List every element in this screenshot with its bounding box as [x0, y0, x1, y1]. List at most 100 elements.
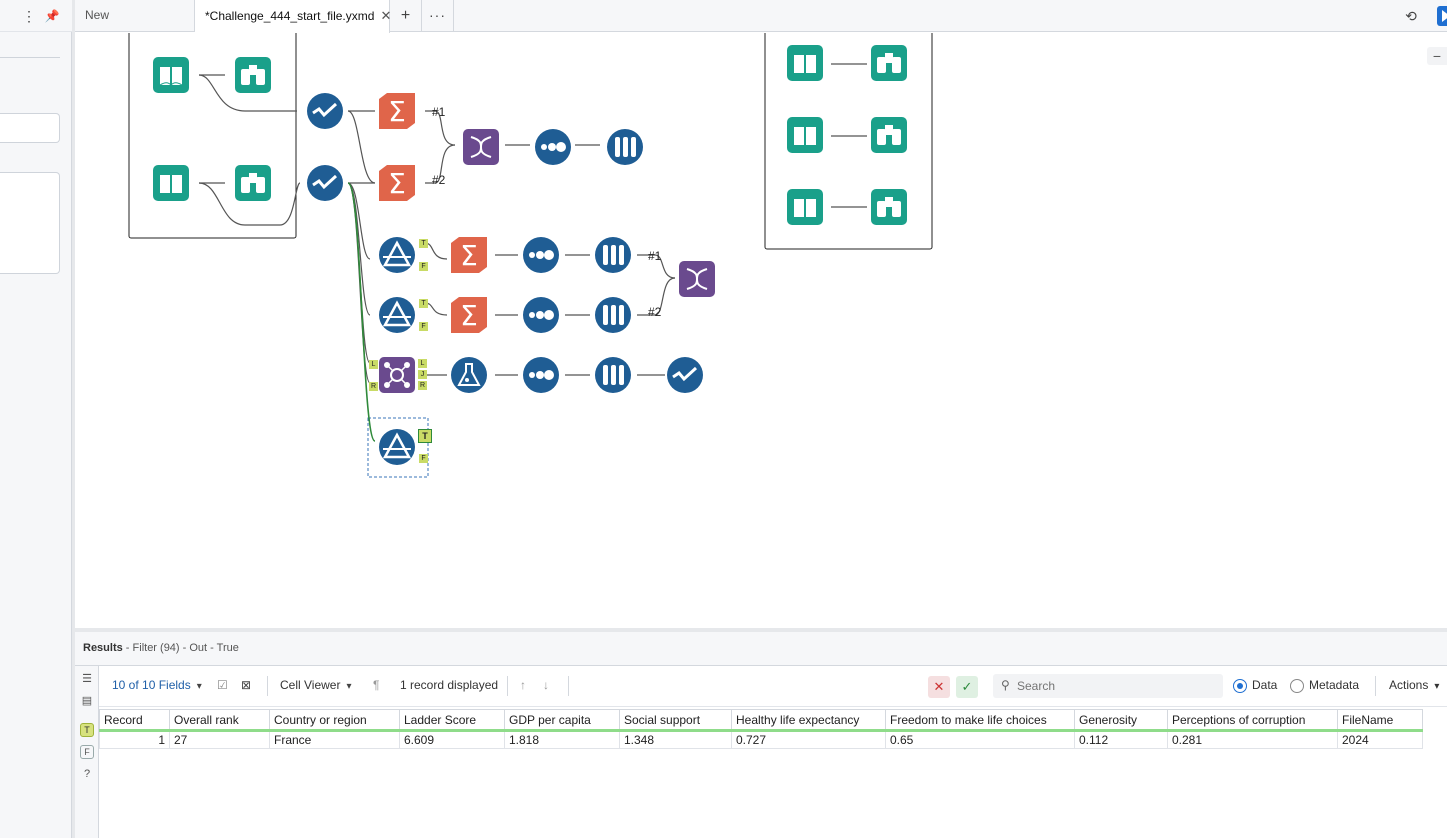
pilcrow-icon[interactable]: ¶	[373, 678, 379, 692]
formula-tool[interactable]	[449, 355, 489, 395]
test-tubes-tool[interactable]	[593, 295, 633, 335]
true-anchor-icon[interactable]: T	[80, 723, 94, 737]
column-header[interactable]: Country or region	[269, 709, 400, 732]
more-tabs-button[interactable]: ···	[422, 0, 454, 32]
filter-tool[interactable]	[377, 295, 417, 335]
clear-fields-icon[interactable]: ⊠	[241, 678, 251, 692]
zoom-out-button[interactable]: −	[1427, 47, 1447, 65]
edit-fields-icon[interactable]: ☑	[217, 678, 228, 692]
anchor-left-out[interactable]: L	[418, 359, 427, 368]
cancel-button[interactable]: ✕	[928, 676, 950, 698]
left-panel-input[interactable]	[0, 113, 60, 143]
column-header[interactable]: Healthy life expectancy	[731, 709, 886, 732]
input-data-tool[interactable]	[151, 55, 191, 95]
column-header[interactable]: Perceptions of corruption	[1167, 709, 1338, 732]
anchor-right-in[interactable]: R	[369, 382, 378, 391]
cell-viewer-dropdown[interactable]: Cell Viewer ▾	[280, 678, 352, 692]
pin-icon[interactable]: 📌	[44, 8, 60, 24]
table-row[interactable]: 1 27 France 6.609 1.818 1.348 0.727 0.65…	[99, 730, 1423, 749]
kebab-menu-icon[interactable]: ⋮	[22, 8, 36, 24]
browse-tool[interactable]	[869, 43, 909, 83]
false-anchor-icon[interactable]: F	[80, 745, 94, 759]
input-data-tool[interactable]	[785, 43, 825, 83]
column-header[interactable]: FileName	[1337, 709, 1423, 732]
sample-tool[interactable]	[533, 127, 573, 167]
column-header[interactable]: Generosity	[1074, 709, 1168, 732]
select-tool[interactable]	[305, 91, 345, 131]
test-tubes-tool[interactable]	[605, 127, 645, 167]
browse-tool[interactable]	[233, 163, 273, 203]
anchor-false[interactable]: F	[419, 454, 428, 463]
summarize-tool[interactable]: Σ	[377, 91, 417, 131]
search-input[interactable]	[1015, 677, 1215, 695]
anchor-false[interactable]: F	[419, 322, 428, 331]
tab-challenge-file[interactable]: *Challenge_444_start_file.yxmd ✕	[195, 0, 391, 33]
tab-new-workflow[interactable]: New Workflow1✕	[75, 0, 195, 54]
summarize-tool[interactable]: Σ	[449, 235, 489, 275]
browse-tool[interactable]	[869, 187, 909, 227]
sample-tool[interactable]	[521, 355, 561, 395]
data-radio-label[interactable]: Data	[1252, 678, 1277, 692]
anchor-join-out[interactable]: J	[418, 370, 427, 379]
metadata-radio-label[interactable]: Metadata	[1309, 678, 1359, 692]
test-tubes-tool[interactable]	[593, 235, 633, 275]
table-cell[interactable]: 0.727	[731, 730, 886, 749]
fields-selector[interactable]: 10 of 10 Fields ▾	[112, 678, 202, 692]
table-cell[interactable]: 6.609	[399, 730, 505, 749]
run-button[interactable]	[1437, 6, 1447, 26]
table-cell[interactable]: 27	[169, 730, 270, 749]
left-panel-textarea[interactable]	[0, 172, 60, 274]
anchor-left-in[interactable]: L	[369, 360, 378, 369]
input-data-tool[interactable]	[151, 163, 191, 203]
join-tool[interactable]	[677, 259, 717, 299]
data-radio[interactable]	[1233, 679, 1247, 693]
table-cell[interactable]: 0.65	[885, 730, 1075, 749]
actions-dropdown[interactable]: Actions ▾	[1389, 678, 1439, 692]
test-tubes-tool[interactable]	[593, 355, 633, 395]
column-header[interactable]: GDP per capita	[504, 709, 620, 732]
join-tool[interactable]	[461, 127, 501, 167]
history-icon[interactable]: ⟲	[1402, 7, 1420, 25]
column-header[interactable]: Record	[99, 709, 170, 732]
help-icon[interactable]: ?	[80, 767, 94, 781]
browse-tool[interactable]	[233, 55, 273, 95]
list-icon[interactable]: ☰	[80, 672, 94, 686]
anchor-right-out[interactable]: R	[418, 381, 427, 390]
table-cell[interactable]: 0.112	[1074, 730, 1168, 749]
table-icon[interactable]: ▤	[80, 694, 94, 708]
sample-tool[interactable]	[521, 235, 561, 275]
column-header[interactable]: Social support	[619, 709, 732, 732]
workflow-canvas[interactable]: #1 #2 #1 #2 − Σ Σ Σ Σ T F T F L R L J R …	[75, 33, 1447, 628]
sample-tool[interactable]	[521, 295, 561, 335]
find-replace-tool[interactable]	[377, 355, 417, 395]
arrow-up-icon[interactable]: ↑	[520, 678, 526, 692]
anchor-true[interactable]: T	[419, 239, 428, 248]
filter-tool-selected[interactable]	[377, 427, 417, 467]
table-cell[interactable]: France	[269, 730, 400, 749]
table-cell[interactable]: 2024	[1337, 730, 1423, 749]
summarize-tool[interactable]: Σ	[377, 163, 417, 203]
table-cell[interactable]: 1.818	[504, 730, 620, 749]
anchor-true[interactable]: T	[419, 299, 428, 308]
metadata-radio[interactable]	[1290, 679, 1304, 693]
arrow-down-icon[interactable]: ↓	[543, 678, 549, 692]
select-tool[interactable]	[665, 355, 705, 395]
add-tab-button[interactable]: +	[390, 0, 422, 32]
summarize-tool[interactable]: Σ	[449, 295, 489, 335]
anchor-true-selected[interactable]: T	[418, 429, 432, 443]
select-tool[interactable]	[305, 163, 345, 203]
table-cell[interactable]: 0.281	[1167, 730, 1338, 749]
column-header[interactable]: Freedom to make life choices	[885, 709, 1075, 732]
input-data-tool[interactable]	[785, 115, 825, 155]
table-cell[interactable]: 1	[99, 730, 170, 749]
anchor-false[interactable]: F	[419, 262, 428, 271]
left-panel-divider	[0, 57, 60, 58]
search-box[interactable]: ⚲	[993, 674, 1223, 698]
input-data-tool[interactable]	[785, 187, 825, 227]
table-cell[interactable]: 1.348	[619, 730, 732, 749]
confirm-button[interactable]: ✓	[956, 676, 978, 698]
column-header[interactable]: Overall rank	[169, 709, 270, 732]
column-header[interactable]: Ladder Score	[399, 709, 505, 732]
filter-tool[interactable]	[377, 235, 417, 275]
browse-tool[interactable]	[869, 115, 909, 155]
